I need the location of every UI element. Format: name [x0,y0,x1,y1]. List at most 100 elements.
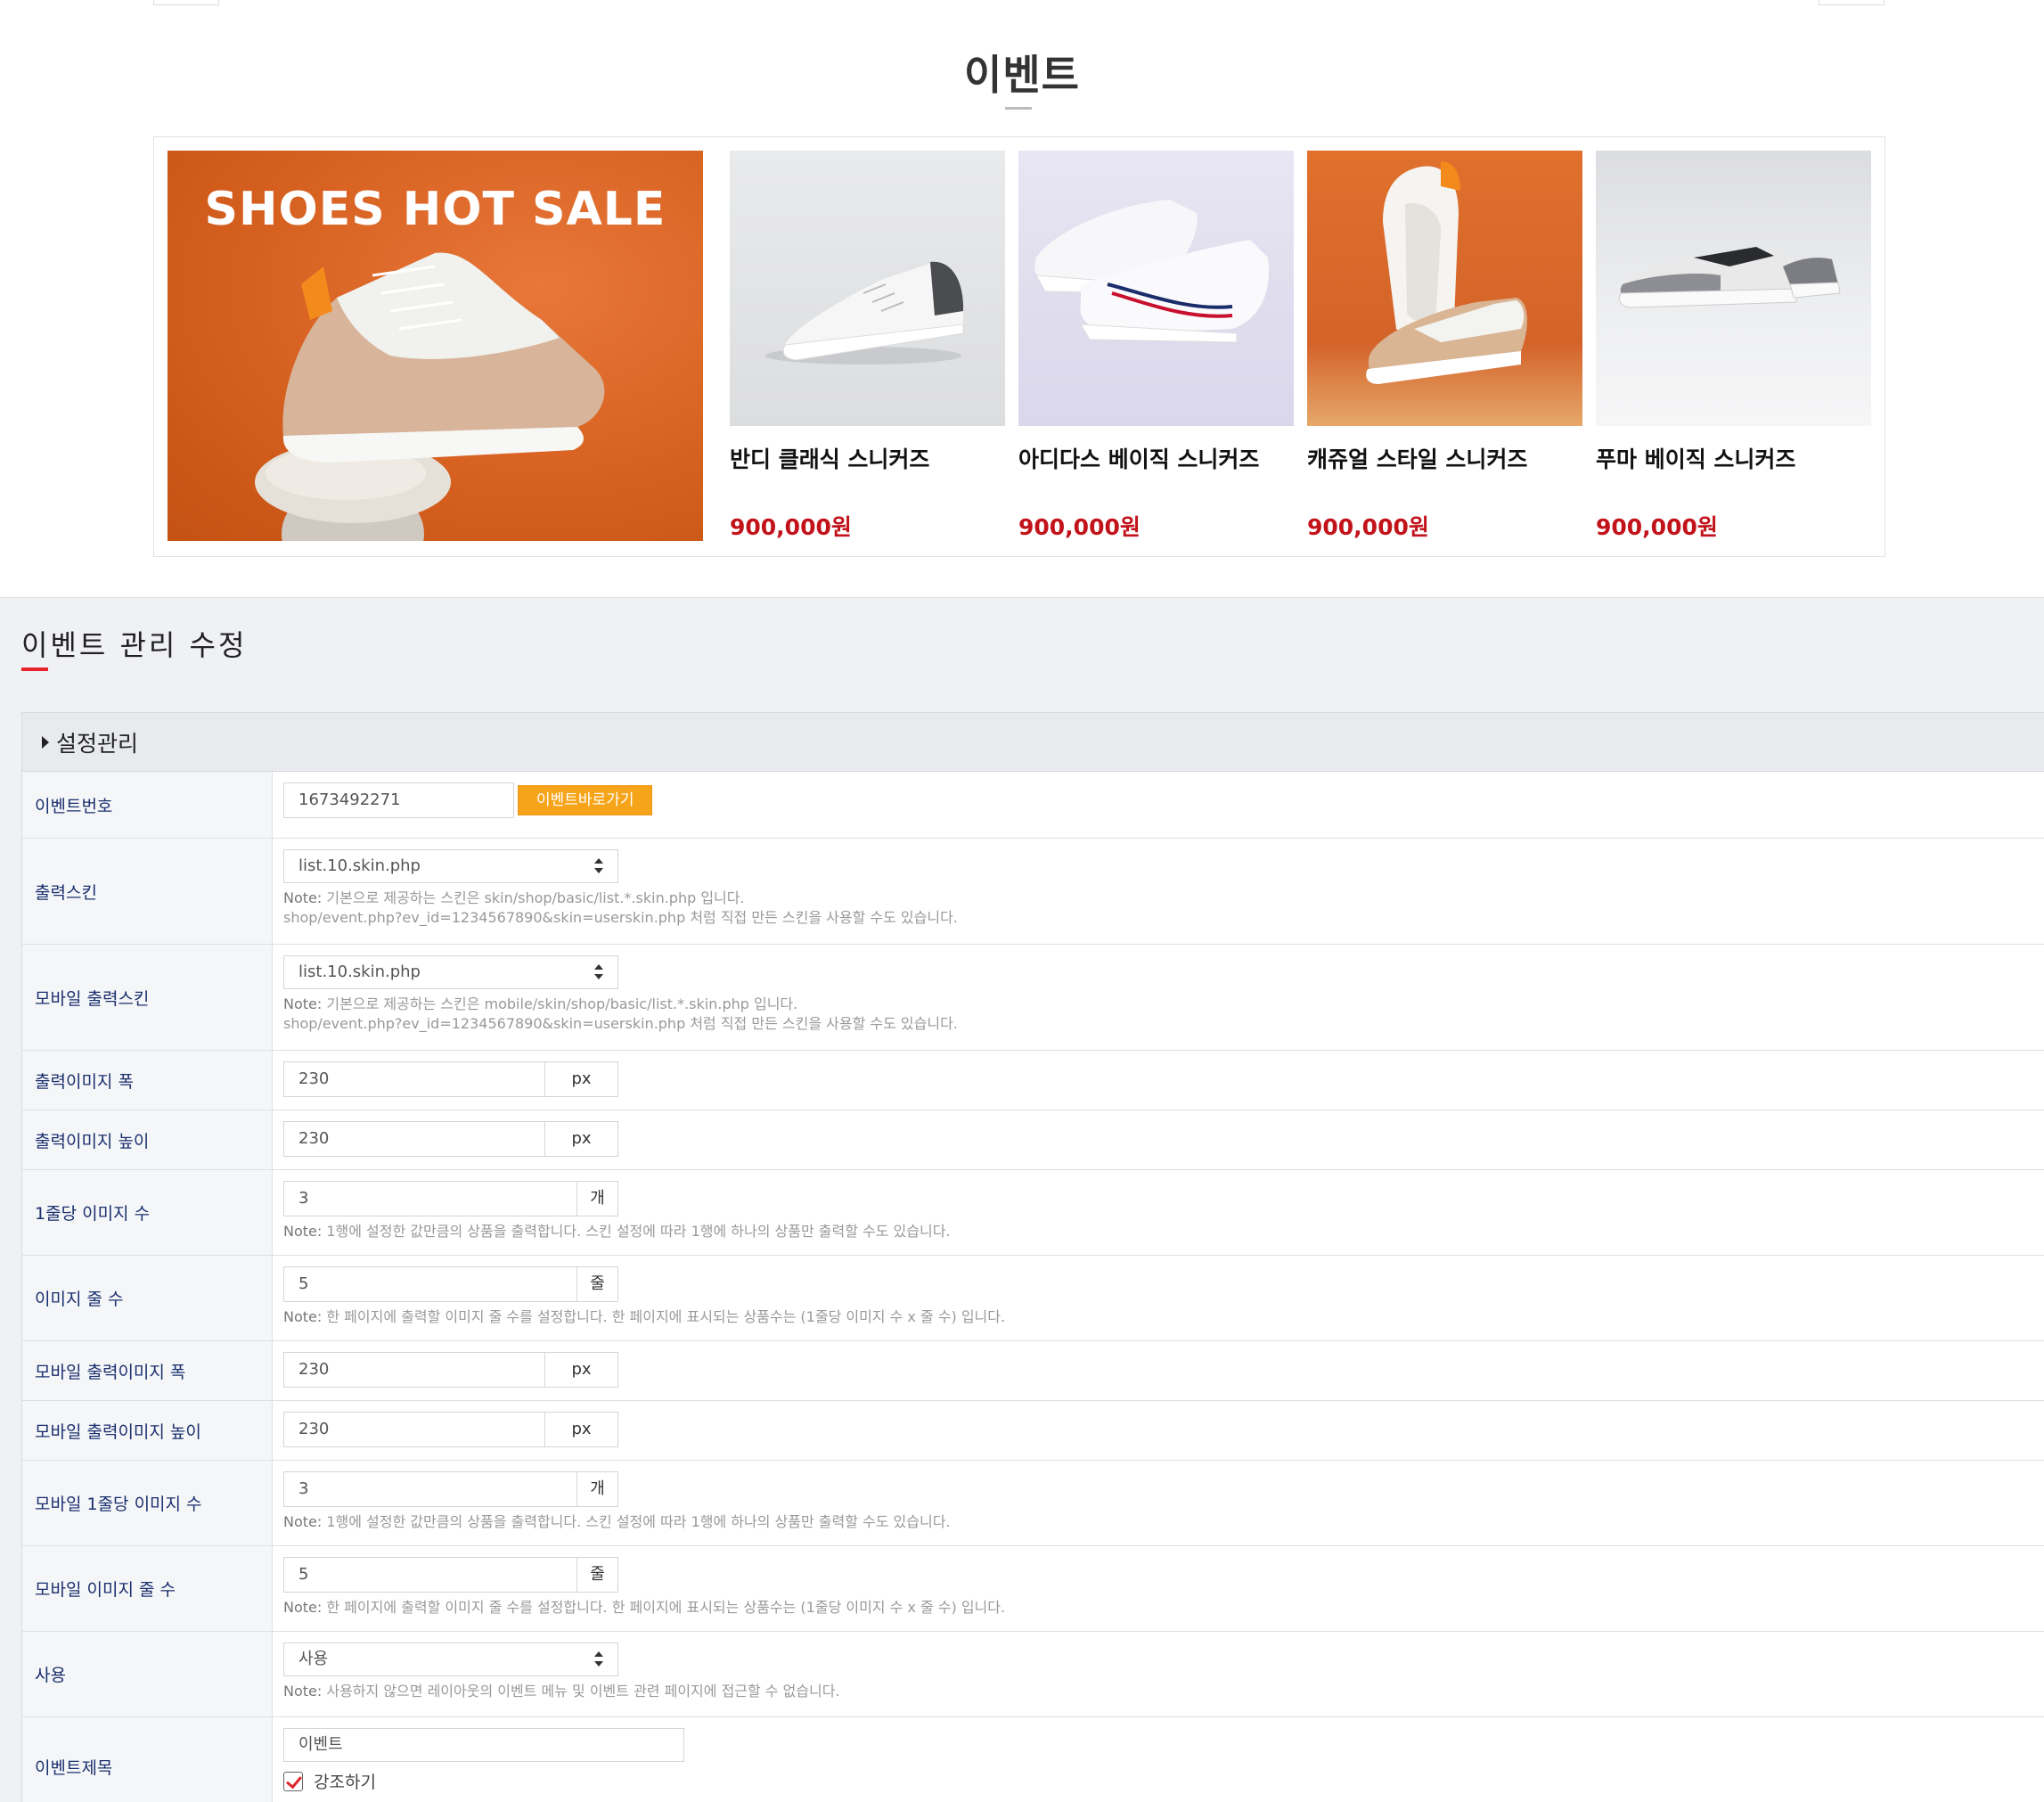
row-skin: 출력스킨 list.10.skin.php Note: 기본으로 제공하는 스킨… [22,839,2044,945]
img-width-input[interactable]: 230 [283,1061,545,1097]
caret-right-icon [42,735,49,749]
product-price: 900,000원 [730,514,852,540]
label-m-img-width: 모바일 출력이미지 폭 [22,1341,273,1400]
note-text: 1행에 설정한 값만큼의 상품을 출력합니다. 스킨 설정에 따라 1행에 하나… [322,1513,951,1530]
product-price: 900,000원 [1018,514,1141,540]
mobile-skin-select[interactable]: list.10.skin.php [283,955,618,989]
white-sneaker-illustration [765,261,964,364]
product-name[interactable]: 반디 클래식 스니커즈 [730,442,1005,474]
note-prefix: Note: [283,1599,323,1616]
admin-area: 이벤트 관리 수정 설정관리 이벤트번호 1673492271 이벤트바로가기 출… [0,597,2044,1802]
emphasis-checkbox[interactable] [283,1771,303,1791]
label-m-rows: 모바일 이미지 줄 수 [22,1546,273,1631]
row-m-img-height: 모바일 출력이미지 높이 230 px [22,1401,2044,1461]
note-prefix: Note: [283,1223,323,1240]
use-select-value: 사용 [298,1650,329,1668]
select-arrows-icon [594,858,603,874]
skin-select-value: list.10.skin.php [298,856,421,875]
m-per-row-input[interactable]: 3 [283,1471,577,1507]
product-name[interactable]: 푸마 베이직 스니커즈 [1596,442,1871,474]
label-rows: 이미지 줄 수 [22,1256,273,1340]
event-title-input[interactable]: 이벤트 [283,1728,684,1762]
label-per-row: 1줄당 이미지 수 [22,1170,273,1255]
go-to-event-button[interactable]: 이벤트바로가기 [518,785,653,815]
per-row-note: Note: 1행에 설정한 값만큼의 상품을 출력합니다. 스킨 설정에 따라 … [283,1222,2033,1241]
product-card[interactable]: 아디다스 베이직 스니커즈 900,000원 [1018,151,1294,542]
emphasis-checkbox-label[interactable]: 강조하기 [314,1773,376,1792]
label-m-img-height: 모바일 출력이미지 높이 [22,1401,273,1460]
page-title: 이벤트 관리 수정 [21,628,248,662]
m-img-width-input[interactable]: 230 [283,1352,545,1388]
note-text: 1행에 설정한 값만큼의 상품을 출력합니다. 스킨 설정에 따라 1행에 하나… [322,1223,951,1240]
m-rows-input[interactable]: 5 [283,1557,577,1593]
note-prefix: Note: [283,995,323,1012]
select-arrows-icon [594,964,603,980]
img-height-input[interactable]: 230 [283,1121,545,1157]
row-use: 사용 사용 Note: 사용하지 않으면 레이아웃의 이벤트 메뉴 및 이벤트 … [22,1632,2044,1717]
label-event-no: 이벤트번호 [22,772,273,838]
product-price: 900,000원 [1307,514,1429,540]
product-card[interactable]: 캐쥬얼 스타일 스니커즈 900,000원 [1307,151,1582,542]
unit-label: 줄 [577,1266,618,1302]
unit-label: 개 [577,1181,618,1216]
product-image[interactable] [1596,151,1871,426]
unit-label: 줄 [577,1557,618,1593]
casual-sneakers-illustration [1366,161,1527,384]
label-event-title: 이벤트제목 [22,1717,273,1802]
event-preview: 이벤트 SHOES HOT SALE 반디 클래식 스니커즈 900,000원 … [0,0,2044,597]
label-m-per-row: 모바일 1줄당 이미지 수 [22,1461,273,1545]
skin-select[interactable]: list.10.skin.php [283,849,618,883]
product-name[interactable]: 아디다스 베이직 스니커즈 [1018,442,1294,474]
product-name[interactable]: 캐쥬얼 스타일 스니커즈 [1307,442,1582,474]
note-text: 한 페이지에 출력할 이미지 줄 수를 설정합니다. 한 페이지에 표시되는 상… [322,1308,1006,1325]
page-title-underline [21,668,48,671]
product-card[interactable]: 푸마 베이직 스니커즈 900,000원 [1596,151,1871,542]
row-img-width: 출력이미지 폭 230 px [22,1051,2044,1110]
title-underline [1005,107,1032,110]
label-skin: 출력스킨 [22,839,273,944]
product-card[interactable]: 반디 클래식 스니커즈 900,000원 [730,151,1005,542]
skin-note: Note: 기본으로 제공하는 스킨은 skin/shop/basic/list… [283,889,2033,928]
product-image[interactable] [1307,151,1582,426]
event-banner-image[interactable]: SHOES HOT SALE [168,151,703,541]
row-event-title: 이벤트제목 이벤트 강조하기 [22,1717,2044,1802]
product-image[interactable] [730,151,1005,426]
row-m-rows: 모바일 이미지 줄 수 5줄 Note: 한 페이지에 출력할 이미지 줄 수를… [22,1546,2044,1632]
nav-tab-left [153,0,219,5]
grey-sneakers-illustration [1619,247,1841,308]
shoe-on-stones-illustration [255,252,605,541]
use-select[interactable]: 사용 [283,1642,618,1676]
rows-input[interactable]: 5 [283,1266,577,1302]
row-rows: 이미지 줄 수 5줄 Note: 한 페이지에 출력할 이미지 줄 수를 설정합… [22,1256,2044,1341]
row-m-img-width: 모바일 출력이미지 폭 230 px [22,1341,2044,1401]
use-note: Note: 사용하지 않으면 레이아웃의 이벤트 메뉴 및 이벤트 관련 페이지… [283,1682,2033,1701]
emphasis-option: 강조하기 [283,1769,2033,1793]
settings-panel: 설정관리 이벤트번호 1673492271 이벤트바로가기 출력스킨 list.1… [21,712,2044,1802]
section-header: 설정관리 [22,713,2044,772]
label-img-height: 출력이미지 높이 [22,1110,273,1169]
mobile-skin-select-value: list.10.skin.php [298,962,421,981]
unit-label: px [545,1121,618,1157]
product-image[interactable] [1018,151,1294,426]
row-img-height: 출력이미지 높이 230 px [22,1110,2044,1170]
note-text: 사용하지 않으면 레이아웃의 이벤트 메뉴 및 이벤트 관련 페이지에 접근할 … [322,1683,840,1700]
note-text: 한 페이지에 출력할 이미지 줄 수를 설정합니다. 한 페이지에 표시되는 상… [322,1599,1006,1616]
unit-label: 개 [577,1471,618,1507]
note-text: 기본으로 제공하는 스킨은 skin/shop/basic/list.*.ski… [322,889,745,906]
unit-label: px [545,1061,618,1097]
note-text: 기본으로 제공하는 스킨은 mobile/skin/shop/basic/lis… [322,995,798,1012]
row-m-per-row: 모바일 1줄당 이미지 수 3개 Note: 1행에 설정한 값만큼의 상품을 … [22,1461,2044,1546]
label-img-width: 출력이미지 폭 [22,1051,273,1110]
note-text: shop/event.php?ev_id=1234567890&skin=use… [283,1015,958,1032]
unit-label: px [545,1352,618,1388]
row-mobile-skin: 모바일 출력스킨 list.10.skin.php Note: 기본으로 제공하… [22,945,2044,1051]
product-price: 900,000원 [1596,514,1718,540]
label-mobile-skin: 모바일 출력스킨 [22,945,273,1050]
section-title: 설정관리 [56,730,139,757]
nav-tab-right [1819,0,1885,5]
event-no-input[interactable]: 1673492271 [283,782,514,818]
note-prefix: Note: [283,889,323,906]
m-img-height-input[interactable]: 230 [283,1412,545,1447]
per-row-input[interactable]: 3 [283,1181,577,1216]
m-rows-note: Note: 한 페이지에 출력할 이미지 줄 수를 설정합니다. 한 페이지에 … [283,1598,2033,1618]
